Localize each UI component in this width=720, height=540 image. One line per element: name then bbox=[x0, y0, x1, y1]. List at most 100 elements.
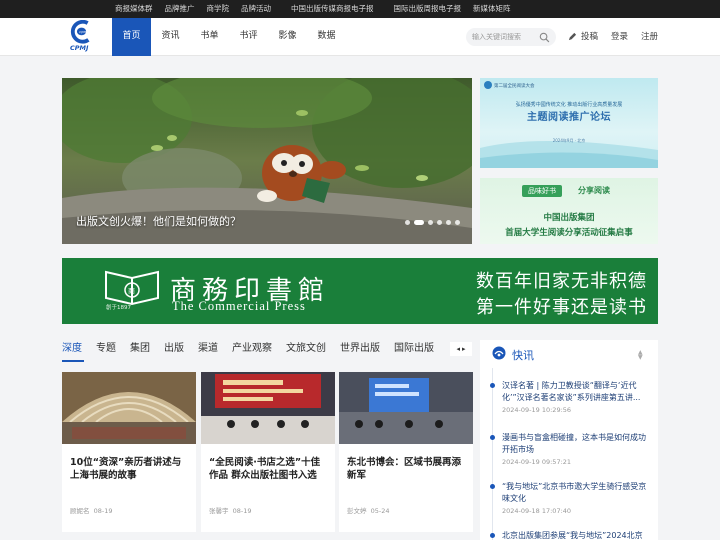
article-author: 彭文婷 bbox=[347, 507, 367, 515]
top-link[interactable]: 品牌推广 bbox=[165, 0, 195, 18]
search-input[interactable]: 输入关键词搜索 bbox=[472, 28, 521, 46]
top-link[interactable]: 商学院 bbox=[207, 0, 230, 18]
article-image bbox=[62, 372, 196, 444]
nav-data[interactable]: 数据 bbox=[307, 18, 346, 56]
flash-item-text[interactable]: 漫画书与盲盒相碰撞，这本书是如何成功开拓市场 bbox=[502, 432, 650, 456]
tab-publishing[interactable]: 出版 bbox=[164, 340, 184, 360]
promo-reading-line2: 首届大学生阅读分享活动征集启事 bbox=[505, 228, 633, 238]
promo-reading-tag: 品味好书 bbox=[522, 185, 562, 197]
top-link[interactable]: 商报媒体群 bbox=[115, 0, 153, 18]
flash-item[interactable]: 北京出版集团参展“我与地坛”2024北京 bbox=[490, 530, 650, 540]
timeline-dot bbox=[490, 435, 495, 440]
tab-depth[interactable]: 深度 bbox=[62, 340, 82, 360]
promo-forum[interactable]: 第二届全民阅读大会 弘扬優秀中國传统文化 推动出版行业高质量发展 主题阅读推广论… bbox=[480, 78, 658, 168]
hero-caption[interactable]: 出版文创火爆！他们是如何做的？ bbox=[76, 213, 241, 229]
flash-item-text[interactable]: “我与地坛”北京书市邀大学生骑行感受京味文化 bbox=[502, 481, 650, 505]
timeline-dot bbox=[490, 533, 495, 538]
carousel-dot[interactable] bbox=[405, 220, 410, 225]
article-card[interactable]: 东北书博会：区域书展再添新军 彭文婷 05-24 bbox=[339, 372, 473, 532]
tab-active-indicator bbox=[62, 360, 84, 362]
commercial-press-banner[interactable]: 商 創于1897 商務印書館 The Commercial Press 数百年旧… bbox=[62, 258, 658, 324]
flash-news-icon bbox=[492, 346, 506, 360]
promo-forum-subtitle: 弘扬優秀中國传统文化 推动出版行业高质量发展 bbox=[515, 102, 623, 108]
carousel-dot[interactable] bbox=[455, 220, 460, 225]
flash-item-time: 2024-09-19 10:29:56 bbox=[502, 406, 572, 414]
tab-topics[interactable]: 专题 bbox=[96, 340, 116, 360]
top-link[interactable]: 新媒体矩阵 bbox=[473, 0, 511, 18]
nav-review[interactable]: 书评 bbox=[229, 18, 268, 56]
nav-booklist[interactable]: 书单 bbox=[190, 18, 229, 56]
commercial-press-logo: 商 bbox=[105, 270, 159, 306]
article-card[interactable]: “全民阅读·书店之选”十佳作品 群众出版社图书入选 张馨宇 08-19 bbox=[201, 372, 335, 532]
promo-reading[interactable]: 品味好书 分享阅读 中国出版集团 首届大学生阅读分享活动征集启事 bbox=[480, 178, 658, 244]
promo-reading-line1: 中国出版集团 bbox=[543, 213, 595, 223]
article-date: 08-19 bbox=[232, 507, 252, 515]
tab-world[interactable]: 世界出版 bbox=[340, 340, 380, 360]
article-date: 08-19 bbox=[93, 507, 113, 515]
top-link-bar: 商报媒体群 品牌推广 商学院 品牌活动 中国出版传媒商报电子报 国际出版周报电子… bbox=[0, 0, 720, 18]
article-date: 05-24 bbox=[370, 507, 390, 515]
banner-established: 創于1897 bbox=[106, 305, 131, 311]
promo-forum-headline: 主题阅读推广论坛 bbox=[527, 112, 611, 123]
tab-scroll-arrows: ◂ ▸ bbox=[450, 342, 472, 356]
tab-channels[interactable]: 渠道 bbox=[198, 340, 218, 360]
promo-reading-tag2: 分享阅读 bbox=[578, 186, 610, 195]
article-author: 顾妮名 bbox=[70, 507, 90, 515]
flash-item[interactable]: 汉译名著 | 陈力卫教授谈“翻译与‘近代化’”汉译名著名家谈”系列讲座第五讲..… bbox=[490, 380, 650, 414]
carousel-dot[interactable] bbox=[428, 220, 433, 225]
carousel-dot[interactable] bbox=[446, 220, 451, 225]
register-link[interactable]: 注册 bbox=[641, 28, 658, 46]
flash-item-time: 2024-09-19 09:57:21 bbox=[502, 458, 572, 466]
tab-culture[interactable]: 文旅文创 bbox=[286, 340, 326, 360]
svg-text:商: 商 bbox=[128, 286, 135, 295]
flash-news-title: 快讯 bbox=[512, 349, 534, 362]
article-meta: 彭文婷 05-24 bbox=[347, 505, 390, 515]
article-image bbox=[339, 372, 473, 444]
sort-icon[interactable]: ▲ ▼ bbox=[638, 350, 643, 361]
banner-slogan-2: 第一件好事还是读书 bbox=[476, 297, 647, 318]
banner-slogan-1: 数百年旧家无非积德 bbox=[476, 271, 647, 292]
flash-item-text[interactable]: 北京出版集团参展“我与地坛”2024北京 bbox=[502, 530, 650, 540]
nav-news[interactable]: 资讯 bbox=[151, 18, 190, 56]
nav-video[interactable]: 影像 bbox=[268, 18, 307, 56]
nav-home[interactable]: 首页 bbox=[112, 18, 151, 56]
login-link[interactable]: 登录 bbox=[611, 28, 628, 46]
carousel-dot[interactable] bbox=[437, 220, 442, 225]
flash-item[interactable]: 漫画书与盲盒相碰撞，这本书是如何成功开拓市场 2024-09-19 09:57:… bbox=[490, 432, 650, 466]
cpmj-logo[interactable]: cpm bbox=[64, 20, 96, 46]
article-title[interactable]: “全民阅读·书店之选”十佳作品 群众出版社图书入选 bbox=[209, 456, 329, 482]
flash-news-panel: 快讯 ▲ ▼ 汉译名著 | 陈力卫教授谈“翻译与‘近代化’”汉译名著名家谈”系列讲… bbox=[480, 340, 658, 540]
tab-group[interactable]: 集团 bbox=[130, 340, 150, 360]
chevron-left-icon[interactable]: ◂ bbox=[456, 345, 460, 353]
article-title[interactable]: 10位“资深”亲历者讲述与上海书展的故事 bbox=[70, 456, 190, 482]
banner-name-en: The Commercial Press bbox=[172, 299, 306, 313]
top-links: 商报媒体群 品牌推广 商学院 品牌活动 中国出版传媒商报电子报 国际出版周报电子… bbox=[115, 0, 523, 18]
tab-industry[interactable]: 产业观察 bbox=[232, 340, 272, 360]
forum-decor bbox=[480, 81, 658, 168]
tab-international[interactable]: 国际出版 bbox=[394, 340, 434, 360]
chevron-right-icon[interactable]: ▸ bbox=[462, 345, 466, 353]
pen-icon[interactable] bbox=[568, 32, 577, 41]
svg-text:cpm: cpm bbox=[79, 29, 88, 34]
carousel-dot-active[interactable] bbox=[414, 220, 424, 225]
search-icon[interactable] bbox=[539, 32, 550, 43]
hero-carousel[interactable]: 出版文创火爆！他们是如何做的？ bbox=[62, 78, 472, 244]
top-link[interactable]: 国际出版周报电子报 bbox=[394, 0, 462, 18]
timeline-dot bbox=[490, 383, 495, 388]
article-author: 张馨宇 bbox=[209, 507, 229, 515]
article-title[interactable]: 东北书博会：区域书展再添新军 bbox=[347, 456, 467, 482]
logo-text: CPMJ bbox=[70, 44, 89, 52]
top-link[interactable]: 中国出版传媒商报电子报 bbox=[291, 0, 374, 18]
promo-forum-small-title: 第二届全民阅读大会 bbox=[494, 84, 535, 89]
flash-item-text[interactable]: 汉译名著 | 陈力卫教授谈“翻译与‘近代化’”汉译名著名家谈”系列讲座第五讲..… bbox=[502, 380, 650, 404]
top-link[interactable]: 品牌活动 bbox=[241, 0, 271, 18]
article-meta: 顾妮名 08-19 bbox=[70, 505, 113, 515]
search-box[interactable]: 输入关键词搜索 bbox=[466, 28, 556, 46]
post-link[interactable]: 投稿 bbox=[581, 28, 598, 46]
flash-item-time: 2024-09-18 17:07:40 bbox=[502, 507, 572, 515]
flash-item[interactable]: “我与地坛”北京书市邀大学生骑行感受京味文化 2024-09-18 17:07:… bbox=[490, 481, 650, 515]
timeline-dot bbox=[490, 484, 495, 489]
article-card[interactable]: 10位“资深”亲历者讲述与上海书展的故事 顾妮名 08-19 bbox=[62, 372, 196, 532]
promo-forum-footnote: 2024年9月 · 北京 bbox=[552, 138, 586, 143]
article-image bbox=[201, 372, 335, 444]
